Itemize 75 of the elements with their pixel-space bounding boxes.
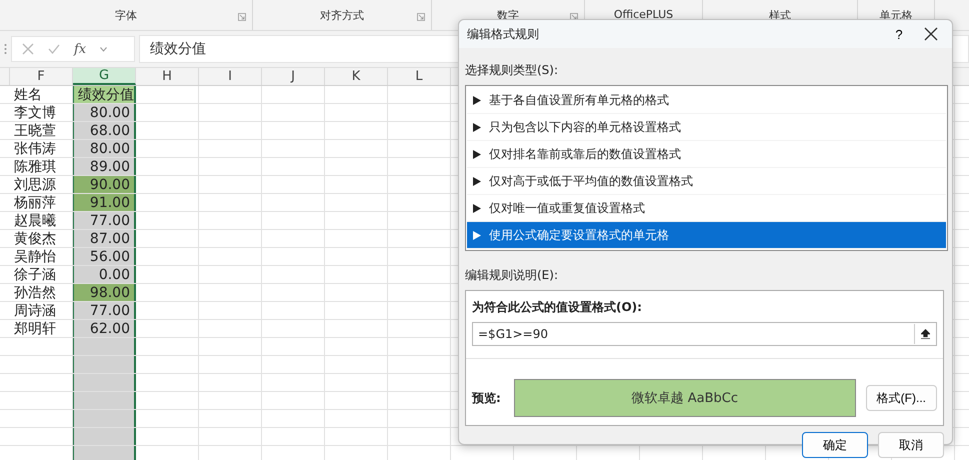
- score-cell: 87.00: [73, 230, 136, 247]
- score-cell: 80.00: [73, 104, 136, 121]
- column-header[interactable]: G: [73, 68, 136, 85]
- column-header[interactable]: H: [136, 68, 199, 85]
- name-cell-text: 陈雅琪: [13, 158, 57, 175]
- triangle-icon: [473, 150, 481, 158]
- score-cell: 91.00: [73, 194, 136, 211]
- name-cell-text: 周诗涵: [13, 302, 57, 319]
- rule-type-item[interactable]: 使用公式确定要设置格式的单元格: [467, 222, 946, 249]
- ribbon-group-label: OfficePLUS: [614, 8, 674, 21]
- selected-cell: [73, 446, 136, 460]
- score-cell: 90.00: [73, 176, 136, 193]
- help-button[interactable]: ?: [882, 26, 916, 42]
- description-label: 编辑规则说明(E):: [465, 267, 558, 284]
- close-icon[interactable]: [924, 27, 938, 41]
- selected-cell: [73, 374, 136, 391]
- rule-type-item[interactable]: 基于各自值设置所有单元格的格式: [467, 87, 946, 114]
- name-cell-text: 姓名: [13, 86, 43, 103]
- score-cell: 80.00: [73, 140, 136, 157]
- triangle-icon: [473, 176, 481, 186]
- column-header[interactable]: K: [325, 68, 388, 85]
- caret-icon[interactable]: [100, 46, 108, 52]
- formula-label: 为符合此公式的值设置格式(O):: [472, 299, 642, 316]
- triangle-icon: [473, 122, 481, 132]
- preview-label: 预览:: [472, 390, 502, 406]
- rule-type-label: 选择规则类型(S):: [465, 62, 558, 79]
- check-icon[interactable]: [48, 43, 60, 55]
- triangle-icon: [473, 204, 481, 212]
- triangle-icon: [473, 230, 481, 240]
- score-cell: 62.00: [73, 320, 136, 337]
- score-cell: 77.00: [73, 212, 136, 229]
- name-cell-text: 郑明轩: [13, 320, 57, 337]
- triangle-icon: [473, 96, 481, 104]
- dialog-launcher-icon[interactable]: [417, 13, 425, 21]
- column-header[interactable]: L: [388, 68, 451, 85]
- rule-type-item[interactable]: 只为包含以下内容的单元格设置格式: [467, 114, 946, 141]
- score-cell: 0.00: [73, 266, 136, 283]
- name-cell-text: 杨丽萍: [13, 194, 57, 211]
- name-cell-text: 孙浩然: [13, 284, 57, 301]
- cancel-button[interactable]: 取消: [878, 432, 944, 458]
- selected-cell: [73, 392, 136, 409]
- name-cell-text: 赵晨曦: [13, 212, 57, 229]
- selected-cell: [73, 338, 136, 355]
- format-button[interactable]: 格式(F)...: [866, 385, 937, 411]
- name-cell-text: 吴静怡: [13, 248, 57, 265]
- rule-type-item[interactable]: 仅对排名靠前或靠后的数值设置格式: [467, 141, 946, 168]
- selected-cell: [73, 410, 136, 427]
- name-cell-text: 王晓萱: [13, 122, 57, 139]
- name-cell-text: 刘思源: [13, 176, 57, 193]
- insert-function-button[interactable]: fx: [74, 42, 86, 56]
- ok-button[interactable]: 确定: [802, 432, 868, 458]
- name-cell-text: 李文博: [13, 104, 57, 121]
- cancel-icon[interactable]: [22, 43, 34, 55]
- ribbon-group-label: 字体: [115, 8, 137, 23]
- formula-input[interactable]: =$G1>=90: [472, 322, 937, 346]
- dialog-title: 编辑格式规则: [467, 26, 540, 42]
- name-cell-text: 黄俊杰: [13, 230, 57, 247]
- score-cell: 98.00: [73, 284, 136, 301]
- grip-icon: [4, 43, 7, 55]
- column-header[interactable]: J: [262, 68, 325, 85]
- score-cell: 68.00: [73, 122, 136, 139]
- score-cell: 绩效分值: [73, 86, 136, 103]
- score-cell: 77.00: [73, 302, 136, 319]
- selected-cell: [73, 356, 136, 373]
- selected-cell: [73, 428, 136, 445]
- ribbon-group-label: 对齐方式: [320, 8, 364, 23]
- name-cell-text: 徐子涵: [13, 266, 57, 283]
- name-cell-text: 张伟涛: [13, 140, 57, 157]
- rule-type-item[interactable]: 仅对高于或低于平均值的数值设置格式: [467, 168, 946, 195]
- upload-icon: [921, 328, 930, 340]
- column-header[interactable]: I: [199, 68, 262, 85]
- dialog-launcher-icon[interactable]: [238, 13, 246, 21]
- format-preview: 微软卓越 AaBbCc: [514, 379, 856, 417]
- score-cell: 89.00: [73, 158, 136, 175]
- score-cell: 56.00: [73, 248, 136, 265]
